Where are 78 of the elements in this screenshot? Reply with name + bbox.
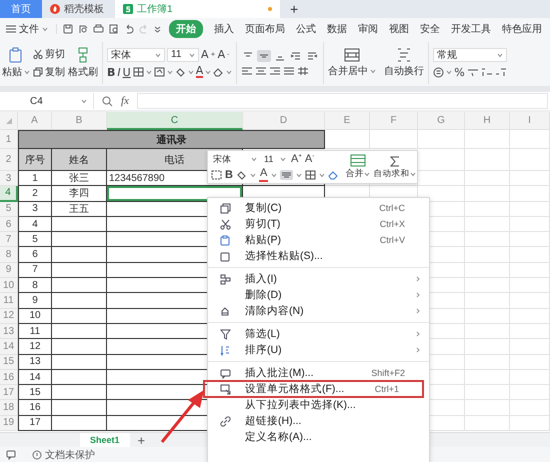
table-cell: 4	[18, 216, 52, 232]
table-cell: 6	[18, 247, 52, 263]
menu-item[interactable]: 清除内容(N)	[208, 303, 429, 319]
font-size-select[interactable]: 11	[262, 152, 288, 166]
menu-item[interactable]: 剪切(T) Ctrl+X	[208, 216, 429, 232]
table-cell: 张三	[52, 171, 107, 186]
menu-item[interactable]: 选择性粘贴(S)...	[208, 248, 429, 264]
table-cell: 16	[18, 400, 52, 416]
table-cell: 2	[18, 186, 52, 202]
menu-item[interactable]: 插入批注(M)... Shift+F2	[208, 365, 429, 381]
ribbon-tab[interactable]: 数据	[327, 20, 347, 38]
text-style-button[interactable]: I	[117, 66, 121, 78]
autosum-button[interactable]: 自动求和	[373, 154, 416, 180]
merge-center-button[interactable]: 合并居中	[328, 48, 376, 78]
table-cell: 7	[18, 262, 52, 278]
menu-item[interactable]: 定义名称(A)...	[208, 429, 429, 445]
wrap-text-button[interactable]: 自动换行	[384, 48, 424, 78]
table-cell: 14	[18, 370, 52, 386]
shrink-font-button[interactable]: A$^{-}$	[218, 48, 230, 61]
grow-font-button[interactable]: A$^{+}$	[291, 153, 302, 165]
menu-item[interactable]: 粘贴(P) Ctrl+V	[208, 232, 429, 248]
merge-button[interactable]: 合并	[345, 154, 370, 180]
document-tab[interactable]: 工作簿1	[115, 0, 280, 18]
table-title: 通讯录	[18, 130, 325, 149]
function-button[interactable]: fx	[121, 95, 129, 107]
table-cell: 3	[18, 202, 52, 217]
column-heading: 序号	[18, 149, 52, 171]
add-sheet-button[interactable]: +	[138, 432, 146, 448]
font-select[interactable]: 宋体	[107, 48, 165, 62]
shrink-font-button[interactable]: A$^{-}$	[304, 153, 314, 165]
ribbon-tab[interactable]: 特色应用	[502, 20, 542, 38]
paste-button[interactable]: 粘贴	[2, 47, 30, 79]
menu-item[interactable]: 从下拉列表中选择(K)...	[208, 397, 429, 413]
cut-button[interactable]: 剪切	[33, 47, 65, 61]
copy-button[interactable]: 复制	[33, 65, 65, 79]
menu-item[interactable]: 插入(I)	[208, 271, 429, 287]
ribbon-tab[interactable]: 开发工具	[451, 20, 491, 38]
column-header[interactable]: C	[107, 112, 243, 130]
menu-item[interactable]: 复制(C) Ctrl+C	[208, 200, 429, 216]
table-cell: 11	[18, 324, 52, 340]
sheet-tab[interactable]: Sheet1	[80, 432, 130, 448]
table-cell: 15	[18, 385, 52, 400]
row-header[interactable]: 4	[0, 186, 18, 202]
percent-button[interactable]: %	[454, 66, 465, 78]
menu-item[interactable]: 排序(U)	[208, 342, 429, 358]
ribbon-tab[interactable]: 审阅	[358, 20, 378, 38]
column-heading: 姓名	[52, 149, 107, 171]
table-cell: 9	[18, 293, 52, 309]
table-cell: 17	[18, 416, 52, 432]
text-style-button[interactable]: B	[107, 66, 116, 78]
ribbon-tab[interactable]: 视图	[389, 20, 409, 38]
font-color-button[interactable]: A	[196, 66, 204, 78]
table-cell: 10	[18, 308, 52, 324]
protection-status: 文档未保护	[45, 448, 95, 462]
font-color-button[interactable]: A	[258, 168, 268, 182]
number-format-select[interactable]: 常规	[433, 48, 508, 62]
menu-item[interactable]: 筛选(L)	[208, 326, 429, 342]
table-cell: 13	[18, 354, 52, 370]
table-cell: 12	[18, 339, 52, 355]
table-cell: 李四	[52, 186, 107, 202]
ribbon-tab[interactable]: 安全	[420, 20, 440, 38]
table-cell: 5	[18, 232, 52, 248]
name-box[interactable]: C4	[0, 93, 94, 109]
font-size-select[interactable]: 11	[167, 48, 199, 62]
new-tab-button[interactable]: +	[280, 0, 308, 18]
text-style-button[interactable]: U	[122, 66, 131, 78]
grow-font-button[interactable]: A$^{+}$	[201, 48, 216, 61]
menu-item[interactable]: 设置单元格格式(F)... Ctrl+1	[204, 381, 423, 397]
file-menu[interactable]: 文件	[6, 22, 48, 36]
table-cell: 8	[18, 278, 52, 294]
menu-item[interactable]: 超链接(H)...	[208, 413, 429, 429]
ribbon-tab[interactable]: 页面布局	[245, 20, 285, 38]
table-cell: 1	[18, 171, 52, 186]
ribbon-tab[interactable]: 公式	[296, 20, 316, 38]
table-cell: 王五	[52, 202, 107, 217]
menu-item[interactable]: 删除(D)	[208, 287, 429, 303]
format-painter-button[interactable]: 格式刷	[68, 47, 98, 79]
ribbon-tab[interactable]: 插入	[214, 20, 234, 38]
